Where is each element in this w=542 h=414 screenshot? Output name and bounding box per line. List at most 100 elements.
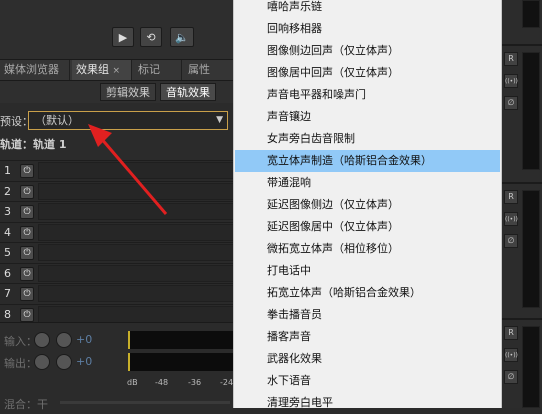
record-arm-button[interactable]: R [504, 190, 518, 204]
loop-button[interactable]: ⟲ [140, 27, 162, 47]
tab-label: 媒体浏览器 [4, 63, 59, 76]
slot-number: 6 [4, 266, 11, 280]
power-icon[interactable]: ⏻ [20, 246, 34, 260]
effect-slot[interactable]: 3 ⏻ [0, 201, 240, 222]
output-knob[interactable] [34, 354, 50, 370]
play-button[interactable]: ▶ [112, 27, 134, 47]
menu-item[interactable]: 声音镶边 [235, 106, 500, 128]
menu-item[interactable]: 清理旁白电平 [235, 392, 500, 414]
menu-item[interactable]: 延迟图像居中（仅立体声） [235, 216, 500, 238]
mix-slider[interactable] [60, 401, 230, 404]
slot-effect-field[interactable] [38, 162, 234, 179]
record-arm-button[interactable]: R [504, 52, 518, 66]
loop-icon: ⟲ [146, 31, 156, 44]
phase-invert-icon[interactable]: ∅ [504, 370, 518, 384]
menu-item[interactable]: 图像居中回声（仅立体声） [235, 62, 500, 84]
panel-tabs: 媒体浏览器 效果组 × 标记 属性 [0, 59, 240, 81]
menu-item[interactable]: 图像侧边回声（仅立体声） [235, 40, 500, 62]
db-tick: -36 [188, 378, 202, 387]
slot-number: 3 [4, 205, 11, 218]
power-icon[interactable]: ⏻ [20, 225, 34, 240]
menu-item[interactable]: 回响移相器 [235, 18, 500, 40]
slot-number: 2 [4, 184, 11, 198]
close-icon[interactable]: × [113, 66, 121, 76]
output-meter [128, 353, 240, 371]
menu-item[interactable]: 播客声音 [235, 326, 500, 348]
power-icon[interactable]: ⏻ [20, 307, 34, 322]
menu-item[interactable]: 微拓宽立体声（相位移位） [235, 238, 500, 260]
level-meter [522, 52, 540, 170]
menu-item[interactable]: 水下语音 [235, 370, 500, 392]
menu-item[interactable]: 延迟图像侧边（仅立体声） [235, 194, 500, 216]
speaker-button[interactable]: 🔈 [170, 27, 194, 47]
input-value[interactable]: +0 [76, 333, 92, 346]
track-label: 轨道：轨道 1 [0, 138, 67, 151]
effect-slot[interactable]: 6 ⏻ [0, 262, 240, 284]
power-icon[interactable]: ⏻ [20, 205, 34, 219]
phase-invert-icon[interactable]: ∅ [504, 234, 518, 248]
output-gain-knob[interactable] [56, 354, 72, 370]
monitor-input-icon[interactable]: ((•)) [504, 348, 518, 362]
input-gain-knob[interactable] [56, 332, 72, 348]
speaker-icon: 🔈 [175, 31, 189, 44]
slot-number: 4 [4, 225, 11, 239]
monitor-input-icon[interactable]: ((•)) [504, 74, 518, 88]
power-icon[interactable]: ⏻ [20, 287, 34, 301]
level-meter [522, 190, 540, 308]
effect-slot[interactable]: 7 ⏻ [0, 283, 240, 304]
menu-item[interactable]: 宽立体声制造（哈斯铝合金效果） [235, 150, 500, 172]
tab-media-browser[interactable]: 媒体浏览器 [0, 60, 70, 80]
slot-effect-field[interactable] [38, 285, 234, 302]
slot-effect-field[interactable] [38, 203, 234, 220]
record-arm-button[interactable]: R [504, 326, 518, 340]
slot-number: 8 [4, 307, 11, 321]
tab-effects-rack[interactable]: 效果组 × [72, 60, 132, 80]
power-icon[interactable]: ⏻ [20, 184, 34, 199]
menu-item[interactable]: 拓宽立体声（哈斯铝合金效果） [235, 282, 500, 304]
menu-item[interactable]: 武器化效果 [235, 348, 500, 370]
clip-effects-tab[interactable]: 剪辑效果 [100, 83, 156, 101]
r-label: R [508, 54, 514, 63]
r-label: R [508, 328, 514, 337]
divider [498, 182, 542, 184]
slot-number: 1 [4, 164, 11, 177]
phase-invert-icon[interactable]: ∅ [504, 96, 518, 110]
monitor-input-icon[interactable]: ((•)) [504, 212, 518, 226]
transport-bar: ▶ ⟲ 🔈 [0, 0, 240, 60]
play-icon: ▶ [118, 31, 128, 44]
input-knob[interactable] [34, 332, 50, 348]
track-effects-tab[interactable]: 音轨效果 [160, 83, 216, 101]
slot-effect-field[interactable] [38, 182, 234, 200]
db-tick: -48 [155, 378, 169, 387]
effect-type-tabs: 剪辑效果 音轨效果 [0, 81, 240, 103]
level-meter [522, 326, 540, 408]
chevron-down-icon: ▼ [216, 115, 223, 125]
slot-effect-field[interactable] [38, 305, 234, 323]
effect-slot[interactable]: 4 ⏻ [0, 221, 240, 243]
menu-item[interactable]: 带通混响 [235, 172, 500, 194]
menu-item[interactable]: 拳击播音员 [235, 304, 500, 326]
menu-item[interactable]: 嘻哈声乐链 [235, 0, 500, 18]
effect-slot[interactable]: 5 ⏻ [0, 242, 240, 263]
effect-slot[interactable]: 2 ⏻ [0, 180, 240, 202]
output-value[interactable]: +0 [76, 355, 92, 368]
tab-properties[interactable]: 属性 [184, 60, 234, 80]
power-icon[interactable]: ⏻ [20, 164, 34, 178]
effect-slot[interactable]: 1 ⏻ [0, 160, 240, 181]
slot-effect-field[interactable] [38, 244, 234, 261]
menu-item[interactable]: 声音电平器和噪声门 [235, 84, 500, 106]
preset-row: 预设： （默认） ▼ [0, 109, 240, 133]
menu-item[interactable]: 打电话中 [235, 260, 500, 282]
preset-dropdown[interactable]: （默认） ▼ [28, 111, 228, 130]
db-tick: -24 [220, 378, 234, 387]
output-label: 输出： [4, 357, 37, 370]
input-label: 输入： [4, 335, 37, 348]
level-meter [522, 0, 540, 28]
slot-effect-field[interactable] [38, 223, 234, 241]
tab-label: 属性 [188, 63, 210, 76]
power-icon[interactable]: ⏻ [20, 266, 34, 281]
menu-item[interactable]: 女声旁白齿音限制 [235, 128, 500, 150]
slot-effect-field[interactable] [38, 264, 234, 282]
tab-label: 标记 [138, 63, 160, 76]
tab-markers[interactable]: 标记 [134, 60, 182, 80]
